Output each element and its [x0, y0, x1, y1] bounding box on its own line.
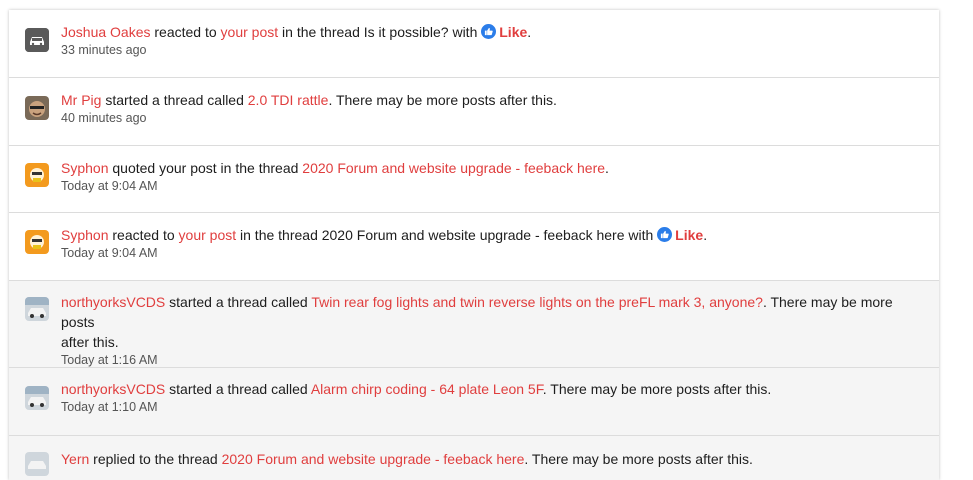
- alerts-panel: Joshua Oakes reacted to your post in the…: [9, 10, 939, 480]
- alert-text-part: . There may be more posts after this.: [542, 381, 772, 397]
- alert-text-part: reacted to: [108, 227, 179, 243]
- alert-text-part: .: [527, 24, 532, 40]
- alert-time[interactable]: 33 minutes ago: [61, 42, 929, 58]
- alert-text: northyorksVCDS started a thread called T…: [61, 292, 929, 332]
- reaction-label[interactable]: Like: [499, 24, 527, 40]
- yern-avatar[interactable]: [25, 452, 49, 476]
- thread-link[interactable]: 2020 Forum and website upgrade - feeback…: [222, 451, 525, 467]
- alert-text-part: started a thread called: [165, 381, 311, 397]
- mr-pig-avatar[interactable]: [25, 96, 49, 120]
- northyorks-avatar[interactable]: [25, 297, 49, 321]
- alert-text-part: quoted your post in the thread: [108, 160, 303, 176]
- alert-text-part: reacted to: [150, 24, 221, 40]
- car-icon[interactable]: [25, 28, 49, 52]
- alert-item[interactable]: Mr Pig started a thread called 2.0 TDI r…: [9, 78, 939, 146]
- thread-link[interactable]: Twin rear fog lights and twin reverse li…: [311, 294, 763, 310]
- alert-text: Syphon quoted your post in the thread 20…: [61, 158, 929, 178]
- user-link[interactable]: Mr Pig: [61, 92, 101, 108]
- alert-text-continued: after this.: [61, 334, 119, 350]
- alert-time[interactable]: 40 minutes ago: [61, 110, 929, 126]
- user-link[interactable]: Syphon: [61, 227, 108, 243]
- alert-text-part: in the thread 2020 Forum and website upg…: [236, 227, 658, 243]
- alert-text-part: started a thread called: [165, 294, 312, 310]
- alert-text-part: replied to the thread: [89, 451, 222, 467]
- user-link[interactable]: Joshua Oakes: [61, 24, 151, 40]
- northyorks-avatar[interactable]: [25, 386, 49, 410]
- alert-content: Syphon reacted to your post in the threa…: [61, 225, 929, 261]
- alert-item[interactable]: Syphon reacted to your post in the threa…: [9, 213, 939, 281]
- alert-time[interactable]: Today at 1:16 AM: [61, 352, 929, 368]
- alert-item[interactable]: northyorksVCDS started a thread called A…: [9, 368, 939, 436]
- alert-content: Mr Pig started a thread called 2.0 TDI r…: [61, 90, 929, 126]
- alert-text-part: started a thread called: [101, 92, 248, 108]
- alert-content: Yern replied to the thread 2020 Forum an…: [61, 449, 929, 469]
- alert-text-part: .: [605, 160, 609, 176]
- alert-time[interactable]: Today at 9:04 AM: [61, 178, 929, 194]
- alert-text: Joshua Oakes reacted to your post in the…: [61, 22, 929, 42]
- thread-link[interactable]: 2020 Forum and website upgrade - feeback…: [302, 160, 605, 176]
- alert-item[interactable]: northyorksVCDS started a thread called T…: [9, 281, 939, 368]
- alert-text: Mr Pig started a thread called 2.0 TDI r…: [61, 90, 929, 110]
- alert-text: northyorksVCDS started a thread called A…: [61, 379, 929, 399]
- alert-content: northyorksVCDS started a thread called A…: [61, 379, 929, 415]
- thread-link[interactable]: 2.0 TDI rattle: [248, 92, 329, 108]
- alert-item[interactable]: Joshua Oakes reacted to your post in the…: [9, 10, 939, 78]
- alert-item[interactable]: Syphon quoted your post in the thread 20…: [9, 146, 939, 213]
- syphon-avatar[interactable]: [25, 230, 49, 254]
- alert-time[interactable]: Today at 1:10 AM: [61, 399, 929, 415]
- like-icon: [481, 24, 497, 39]
- alert-text: Yern replied to the thread 2020 Forum an…: [61, 449, 929, 469]
- user-link[interactable]: Yern: [61, 451, 89, 467]
- syphon-avatar[interactable]: [25, 163, 49, 187]
- thread-link[interactable]: Alarm chirp coding - 64 plate Leon 5F: [311, 381, 543, 397]
- alert-content: northyorksVCDS started a thread called T…: [61, 292, 929, 368]
- alert-content: Syphon quoted your post in the thread 20…: [61, 158, 929, 194]
- user-link[interactable]: northyorksVCDS: [61, 294, 165, 310]
- alert-time[interactable]: Today at 9:04 AM: [61, 245, 929, 261]
- alert-text-part: . There may be more posts after this.: [524, 451, 753, 467]
- like-icon: [657, 227, 673, 242]
- alert-content: Joshua Oakes reacted to your post in the…: [61, 22, 929, 58]
- alert-item[interactable]: Yern replied to the thread 2020 Forum an…: [9, 436, 939, 480]
- alert-text-part: .: [703, 227, 708, 243]
- user-link[interactable]: northyorksVCDS: [61, 381, 165, 397]
- post-link[interactable]: your post: [179, 227, 237, 243]
- alert-text-part: . There may be more posts after this.: [328, 92, 557, 108]
- alert-text-part: in the thread Is it possible? with: [278, 24, 482, 40]
- user-link[interactable]: Syphon: [61, 160, 108, 176]
- alert-text: Syphon reacted to your post in the threa…: [61, 225, 929, 245]
- reaction-label[interactable]: Like: [675, 227, 703, 243]
- post-link[interactable]: your post: [221, 24, 279, 40]
